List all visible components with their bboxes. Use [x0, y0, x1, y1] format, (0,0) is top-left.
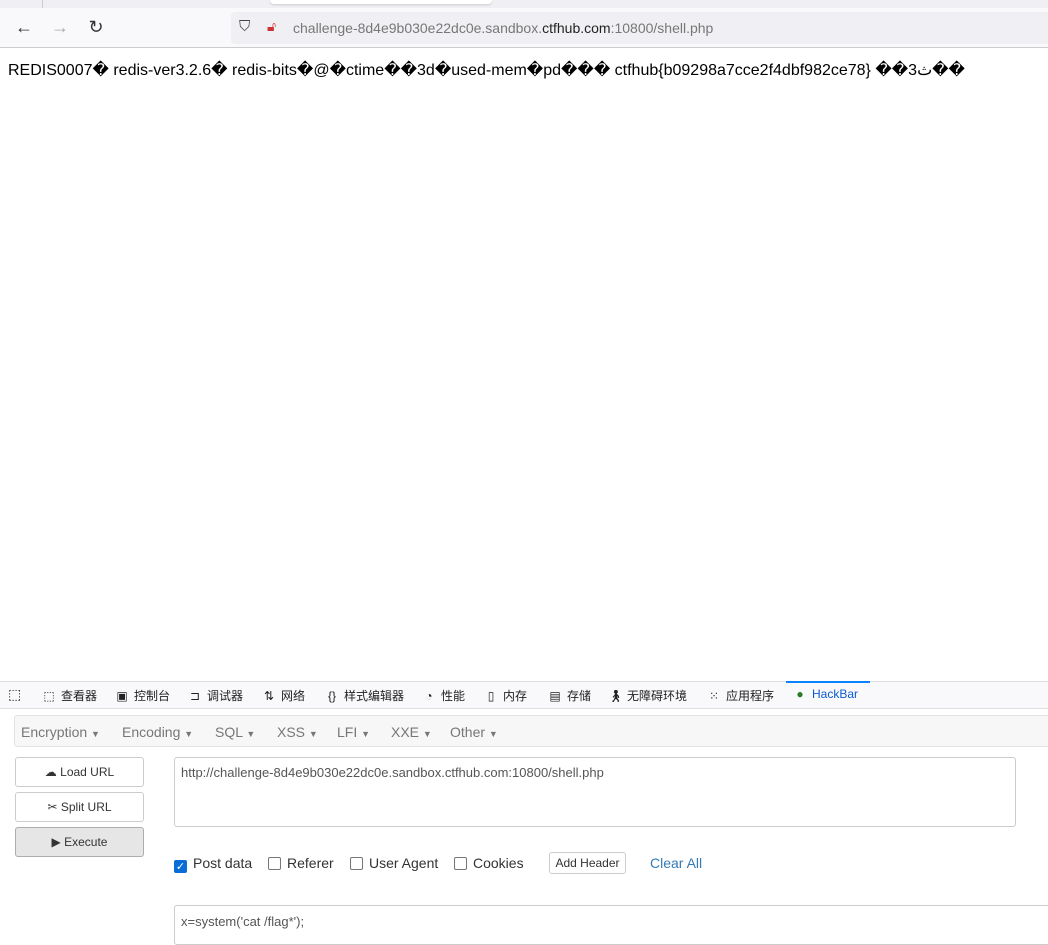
tab-label: HackBar — [812, 687, 859, 701]
network-icon: ⇅ — [263, 689, 275, 703]
menu-encoding[interactable]: Encoding ▼ — [122, 724, 193, 740]
devtools-tab-inspector[interactable]: ⬚ 查看器 — [42, 687, 97, 704]
menu-label: SQL — [215, 724, 243, 740]
checkbox[interactable]: ✓ — [174, 860, 187, 873]
add-header-button[interactable]: Add Header — [549, 852, 626, 874]
option-label: User Agent — [369, 855, 439, 871]
checkbox[interactable] — [268, 857, 281, 870]
caret-down-icon: ▼ — [361, 729, 371, 739]
tab-label: 内存 — [503, 689, 528, 703]
menu-xxe[interactable]: XXE ▼ — [391, 724, 432, 740]
devtools-tab-storage[interactable]: ▤ 存储 — [548, 687, 591, 704]
menu-xss[interactable]: XSS ▼ — [277, 724, 318, 740]
menu-label: Encoding — [122, 724, 181, 740]
caret-down-icon: ▼ — [246, 729, 256, 739]
devtools-toolbar: ⬚ ⬚ 查看器 ▣ 控制台 ⊐ 调试器 ⇅ 网络 {} 样式编辑器 ◔ 性能 ▯ 内存 ▤ 存储 🚶︎ 无障碍环境… — [0, 681, 1048, 709]
option-cookies[interactable]: Cookies — [454, 855, 524, 871]
devtools-tab-memory[interactable]: ▯ 内存 — [484, 687, 527, 704]
label: Split URL — [60, 800, 112, 814]
menu-label: XSS — [277, 724, 306, 740]
devtools-tab-accessibility[interactable]: 🚶︎ 无障碍环境 — [608, 687, 687, 704]
url-textarea[interactable]: http://challenge-8d4e9b030e22dc0e.sandbo… — [174, 757, 1016, 827]
tab-label: 性能 — [441, 689, 466, 703]
reload-icon[interactable]: ↻ — [84, 17, 108, 38]
caret-down-icon: ▼ — [308, 729, 318, 739]
split-url-button[interactable]: ✂ Split URL — [15, 792, 144, 822]
checkbox[interactable] — [454, 857, 467, 870]
caret-down-icon: ▼ — [422, 729, 432, 739]
hackbar-menu: Encryption ▼ Encoding ▼ SQL ▼ XSS ▼ LFI ▼ XXE… — [14, 715, 1048, 747]
tab-label: 应用程序 — [726, 689, 775, 703]
devtools-tab-console[interactable]: ▣ 控制台 — [115, 687, 170, 704]
tab-label: 查看器 — [61, 689, 98, 703]
tab-strip — [0, 0, 1048, 8]
play-icon: ▶ — [51, 835, 61, 849]
active-tab-indicator — [786, 681, 870, 683]
load-url-button[interactable]: ☁ Load URL — [15, 757, 144, 787]
shield-icon[interactable]: ⛉ — [239, 18, 250, 35]
menu-label: XXE — [391, 724, 420, 740]
style-editor-icon: {} — [327, 689, 336, 703]
tab-label: 控制台 — [134, 689, 171, 703]
tab-label: 无障碍环境 — [627, 689, 688, 703]
post-data-textarea[interactable]: x=system('cat /flag*'); — [174, 905, 1048, 945]
caret-down-icon: ▼ — [91, 729, 100, 739]
tab-label: 样式编辑器 — [344, 689, 405, 703]
devtools-tab-hackbar[interactable]: ● HackBar — [793, 687, 858, 701]
url-prefix: challenge-8d4e9b030e22dc0e.sandbox. — [293, 20, 543, 36]
caret-down-icon: ▼ — [184, 729, 194, 739]
menu-lfi[interactable]: LFI ▼ — [337, 724, 370, 740]
hackbar-icon: ● — [796, 687, 804, 701]
insecure-lock-icon[interactable]: 🔓︎ — [267, 18, 276, 35]
debugger-icon: ⊐ — [189, 689, 201, 703]
devtools-tab-style-editor[interactable]: {} 样式编辑器 — [325, 687, 404, 704]
divider — [42, 0, 43, 8]
menu-label: LFI — [337, 724, 358, 740]
performance-icon: ◔ — [425, 689, 433, 703]
menu-other[interactable]: Other ▼ — [450, 724, 498, 740]
execute-button[interactable]: ▶ Execute — [15, 827, 144, 857]
label: Execute — [64, 835, 108, 849]
page-content: REDIS0007� redis-ver3.2.6� redis-bits�@�… — [8, 62, 965, 79]
accessibility-icon: 🚶︎ — [608, 689, 624, 703]
browser-toolbar: ← → ↻ ⛉ 🔓︎ challenge-8d4e9b030e22dc0e.sa… — [0, 8, 1048, 48]
scissors-icon: ✂ — [47, 800, 58, 814]
devtools-tab-network[interactable]: ⇅ 网络 — [262, 687, 305, 704]
option-user-agent[interactable]: User Agent — [350, 855, 438, 871]
option-label: Referer — [287, 855, 334, 871]
console-icon: ▣ — [116, 689, 128, 703]
menu-sql[interactable]: SQL ▼ — [215, 724, 255, 740]
devtools-tab-performance[interactable]: ◔ 性能 — [422, 687, 465, 704]
option-label: Post data — [193, 855, 253, 871]
element-picker-icon[interactable]: ⬚ — [8, 686, 21, 703]
menu-label: Encryption — [21, 724, 88, 740]
forward-icon[interactable]: → — [48, 17, 72, 38]
option-label: Cookies — [473, 855, 524, 871]
tab-label: 调试器 — [207, 689, 244, 703]
checkbox[interactable] — [350, 857, 363, 870]
back-icon[interactable]: ← — [12, 17, 36, 38]
application-icon: ⁙ — [708, 689, 720, 703]
url-suffix: :10800/shell.php — [610, 20, 714, 36]
menu-label: Other — [450, 724, 486, 740]
caret-down-icon: ▼ — [488, 729, 498, 739]
url-text[interactable]: challenge-8d4e9b030e22dc0e.sandbox.ctfhu… — [293, 20, 713, 36]
tab-label: 网络 — [281, 689, 306, 703]
storage-icon: ▤ — [549, 689, 561, 703]
devtools-tab-debugger[interactable]: ⊐ 调试器 — [188, 687, 243, 704]
active-tab[interactable] — [270, 0, 492, 4]
option-post-data[interactable]: ✓ Post data — [174, 855, 252, 873]
menu-encryption[interactable]: Encryption ▼ — [21, 724, 100, 740]
label: Load URL — [60, 765, 115, 779]
option-referer[interactable]: Referer — [268, 855, 334, 871]
url-domain: ctfhub.com — [542, 20, 611, 36]
address-bar[interactable]: ⛉ 🔓︎ challenge-8d4e9b030e22dc0e.sandbox.… — [231, 12, 1048, 44]
clear-all-link[interactable]: Clear All — [650, 855, 702, 871]
inspector-icon: ⬚ — [43, 689, 55, 703]
cloud-download-icon: ☁ — [44, 765, 57, 779]
tab-label: 存储 — [567, 689, 592, 703]
devtools-tab-application[interactable]: ⁙ 应用程序 — [707, 687, 774, 704]
memory-icon: ▯ — [487, 689, 495, 703]
